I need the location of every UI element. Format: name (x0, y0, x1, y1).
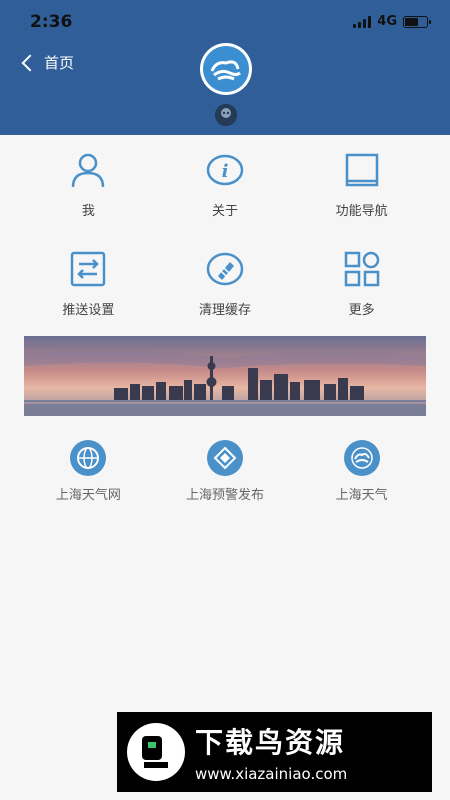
link-label: 上海天气网 (55, 488, 121, 503)
menu-item-clear-cache[interactable]: 清理缓存 (160, 249, 290, 318)
back-label: 首页 (44, 54, 75, 72)
menu-item-label: 更多 (348, 303, 375, 318)
chevron-left-icon (21, 54, 39, 71)
back-button[interactable]: 首页 (18, 52, 74, 73)
weather-cloud-logo (200, 43, 252, 95)
swap-icon (68, 249, 108, 289)
menu-item-label: 功能导航 (335, 204, 388, 219)
menu-item-navigation[interactable]: 功能导航 (297, 150, 427, 219)
info-icon: i (205, 150, 245, 190)
status-bar: 2:36 4G (0, 10, 450, 34)
book-icon (342, 150, 382, 190)
bird-logo-icon (127, 723, 185, 781)
status-time: 2:36 (30, 12, 73, 32)
broom-icon (205, 249, 245, 289)
svg-text:i: i (222, 161, 229, 182)
link-shanghai-weather[interactable]: 上海天气 (297, 440, 427, 503)
grid-icon (342, 249, 382, 289)
watermark-banner: 下载鸟资源 www.xiazainiao.com (117, 712, 432, 792)
link-label: 上海天气 (335, 488, 388, 503)
skyline-banner[interactable] (24, 336, 426, 416)
menu-item-more[interactable]: 更多 (297, 249, 427, 318)
menu-item-about[interactable]: i 关于 (160, 150, 290, 219)
menu-item-label: 推送设置 (62, 303, 115, 318)
link-shanghai-weather-web[interactable]: 上海天气网 (23, 440, 153, 503)
signal-icon (353, 15, 372, 28)
menu-item-label: 我 (81, 204, 95, 219)
watermark-title: 下载鸟资源 (195, 726, 346, 759)
header-bar: 2:36 4G 首页 (0, 0, 450, 135)
menu-grid: 我 i 关于 功能导航 推送设置 清理缓存 更多 (0, 150, 450, 348)
avatar-icon[interactable] (215, 104, 237, 126)
user-icon (68, 150, 108, 190)
menu-row: 推送设置 清理缓存 更多 (0, 249, 450, 318)
diamond-icon (206, 440, 243, 476)
menu-item-label: 关于 (211, 204, 238, 219)
menu-item-label: 清理缓存 (198, 303, 251, 318)
menu-item-me[interactable]: 我 (23, 150, 153, 219)
watermark-url: www.xiazainiao.com (195, 765, 348, 783)
status-indicators: 4G (353, 14, 431, 29)
link-label: 上海预警发布 (185, 488, 264, 503)
menu-item-push-settings[interactable]: 推送设置 (23, 249, 153, 318)
battery-icon (403, 15, 431, 28)
cloud-icon (343, 440, 380, 476)
network-label: 4G (377, 14, 397, 29)
watermark-text: 下载鸟资源 www.xiazainiao.com (195, 721, 347, 783)
link-shanghai-warning[interactable]: 上海预警发布 (160, 440, 290, 503)
menu-row: 我 i 关于 功能导航 (0, 150, 450, 219)
links-row: 上海天气网 上海预警发布 上海天气 (0, 440, 450, 503)
globe-icon (70, 440, 107, 476)
